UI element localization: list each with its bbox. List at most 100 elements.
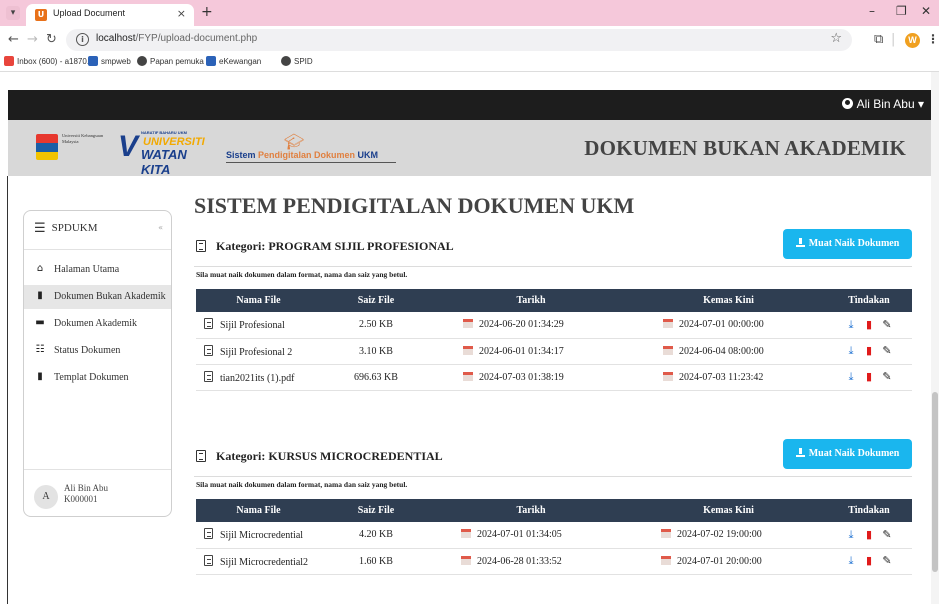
category-title: Kategori: PROGRAM SIJIL PROFESIONAL xyxy=(216,239,454,253)
back-icon[interactable]: ← xyxy=(8,32,19,47)
file-name: Sijil Microcredential xyxy=(220,530,304,542)
maximize-icon[interactable]: ❐ xyxy=(896,4,907,18)
file-updated: 2024-07-01 00:00:00 xyxy=(679,319,764,331)
ukm-crest-icon xyxy=(88,56,98,66)
upload-icon xyxy=(795,448,805,457)
tab-title: Upload Document xyxy=(53,8,126,18)
category-title: Kategori: KURSUS MICROCREDENTIAL xyxy=(216,449,443,463)
reload-icon[interactable]: ↻ xyxy=(46,32,57,47)
upload-note: Sila muat naik dokumen dalam format, nam… xyxy=(196,480,408,489)
bookmark-papan-pemuka[interactable]: Papan pemuka xyxy=(137,56,204,66)
sidebar-user-id: K000001 xyxy=(64,494,98,504)
edit-icon[interactable]: ✎ xyxy=(880,554,894,567)
bookmark-star-icon[interactable]: ☆ xyxy=(830,31,842,46)
delete-icon[interactable]: ▮ xyxy=(862,344,876,357)
scrollbar-thumb[interactable] xyxy=(932,392,938,572)
sidebar-user-name: Ali Bin Abu xyxy=(64,483,109,493)
address-bar-row: ← → ↻ i localhost/FYP/upload-document.ph… xyxy=(0,26,939,54)
file-updated: 2024-07-01 20:00:00 xyxy=(677,555,762,567)
edit-icon[interactable]: ✎ xyxy=(880,344,894,357)
file-date: 2024-06-01 01:34:17 xyxy=(479,345,564,357)
file-name: Sijil Microcredential2 xyxy=(220,556,309,568)
download-icon[interactable]: ⤓ xyxy=(844,370,858,384)
calendar-icon xyxy=(463,345,473,355)
sidebar-item-dokumen-akademik[interactable]: ▬ Dokumen Akademik xyxy=(24,312,171,336)
file-date: 2024-07-03 01:38:19 xyxy=(479,371,564,383)
delete-icon[interactable]: ▮ xyxy=(862,554,876,567)
file-updated: 2024-07-02 19:00:00 xyxy=(677,529,762,541)
bookmark-gmail[interactable]: Inbox (600) - a1870... xyxy=(4,56,94,66)
sidebar-item-halaman-utama[interactable]: ⌂ Halaman Utama xyxy=(24,258,171,282)
calendar-icon xyxy=(461,555,471,565)
tab-close-icon[interactable]: × xyxy=(177,7,186,20)
sidebar-item-templat-dokumen[interactable]: ▮ Templat Dokumen xyxy=(24,366,171,390)
url-input[interactable]: i localhost/FYP/upload-document.php ☆ xyxy=(66,29,852,51)
file-icon xyxy=(204,344,213,356)
spdukm-logo: 🎓︎ Sistem Pendigitalan Dokumen UKM xyxy=(226,132,396,164)
tab-search-icon[interactable]: ▾ xyxy=(6,6,20,20)
profile-avatar[interactable]: W xyxy=(905,33,920,48)
edit-icon[interactable]: ✎ xyxy=(880,528,894,541)
download-icon[interactable]: ⤓ xyxy=(844,318,858,332)
document-icon: ▮ xyxy=(37,290,43,301)
sidebar: ☰ SPDUKM « ⌂ Halaman Utama ▮ Dokumen Buka… xyxy=(23,210,172,517)
site-info-icon[interactable]: i xyxy=(76,33,89,46)
download-icon[interactable]: ⤓ xyxy=(844,554,858,568)
page-title: SISTEM PENDIGITALAN DOKUMEN UKM xyxy=(194,193,635,218)
column-header-name[interactable]: Nama File xyxy=(196,499,321,522)
bookmark-ekewangan[interactable]: eKewangan xyxy=(206,56,261,66)
column-header-size[interactable]: Saiz File xyxy=(321,499,431,522)
extensions-icon[interactable]: ⧉ xyxy=(874,32,883,47)
delete-icon[interactable]: ▮ xyxy=(862,318,876,331)
close-window-icon[interactable]: ✕ xyxy=(921,4,931,18)
upload-document-button[interactable]: Muat Naik Dokumen xyxy=(783,439,912,469)
column-header-date[interactable]: Tarikh xyxy=(431,499,631,522)
new-tab-button[interactable]: + xyxy=(201,4,213,20)
bookmark-spid[interactable]: SPID xyxy=(281,56,313,66)
edit-icon[interactable]: ✎ xyxy=(880,318,894,331)
folder-icon xyxy=(196,450,206,462)
edit-icon[interactable]: ✎ xyxy=(880,370,894,383)
delete-icon[interactable]: ▮ xyxy=(862,528,876,541)
ukm-logo: Universiti Kebangsaan Malaysia xyxy=(36,132,108,162)
calendar-icon xyxy=(663,319,673,329)
sidebar-item-dokumen-bukan-akademik[interactable]: ▮ Dokumen Bukan Akademik xyxy=(24,285,171,309)
file-date: 2024-06-20 01:34:29 xyxy=(479,319,564,331)
download-icon[interactable]: ⤓ xyxy=(844,344,858,358)
browser-tab[interactable]: U Upload Document × xyxy=(26,4,194,26)
file-size: 1.60 KB xyxy=(321,548,431,575)
column-header-updated[interactable]: Kemas Kini xyxy=(631,499,826,522)
sidebar-brand: ☰ SPDUKM xyxy=(34,221,98,236)
bookmark-smpweb[interactable]: smpweb xyxy=(88,56,131,66)
sidebar-item-status-dokumen[interactable]: ☷ Status Dokumen xyxy=(24,339,171,363)
minimize-icon[interactable]: – xyxy=(869,4,875,18)
archive-icon: ▬ xyxy=(35,317,45,328)
download-icon[interactable]: ⤓ xyxy=(844,528,858,542)
table-row: Sijil Profesional 2.50 KB 2024-06-20 01:… xyxy=(196,312,912,339)
globe-icon xyxy=(137,56,147,66)
page-scrollbar[interactable] xyxy=(931,72,939,604)
forward-icon[interactable]: → xyxy=(27,32,38,47)
delete-icon[interactable]: ▮ xyxy=(862,370,876,383)
column-header-name[interactable]: Nama File xyxy=(196,289,321,312)
column-header-size[interactable]: Saiz File xyxy=(321,289,431,312)
column-header-actions: Tindakan xyxy=(826,289,912,312)
table-row: tian2021its (1).pdf 696.63 KB 2024-07-03… xyxy=(196,364,912,391)
file-size: 2.50 KB xyxy=(321,312,431,339)
universiti-watan-kita-logo: V NARATIF BAHARU UKM UNIVERSITI WATAN KI… xyxy=(118,130,205,177)
calendar-icon xyxy=(663,371,673,381)
file-icon xyxy=(204,370,213,382)
browser-menu-icon[interactable]: ⋮ xyxy=(927,32,939,46)
upload-document-button[interactable]: Muat Naik Dokumen xyxy=(783,229,912,259)
avatar[interactable]: A xyxy=(34,485,58,509)
menu-icon[interactable]: ☰ xyxy=(34,221,46,236)
file-icon xyxy=(204,554,213,566)
column-header-date[interactable]: Tarikh xyxy=(431,289,631,312)
calendar-icon xyxy=(661,555,671,565)
page-left-border xyxy=(7,176,8,604)
user-menu-dropdown[interactable]: Ali Bin Abu ▾ xyxy=(841,97,924,111)
collapse-sidebar-icon[interactable]: « xyxy=(158,223,163,232)
file-updated: 2024-06-04 08:00:00 xyxy=(679,345,764,357)
column-header-updated[interactable]: Kemas Kini xyxy=(631,289,826,312)
documents-table: Nama File Saiz File Tarikh Kemas Kini Ti… xyxy=(196,499,912,575)
